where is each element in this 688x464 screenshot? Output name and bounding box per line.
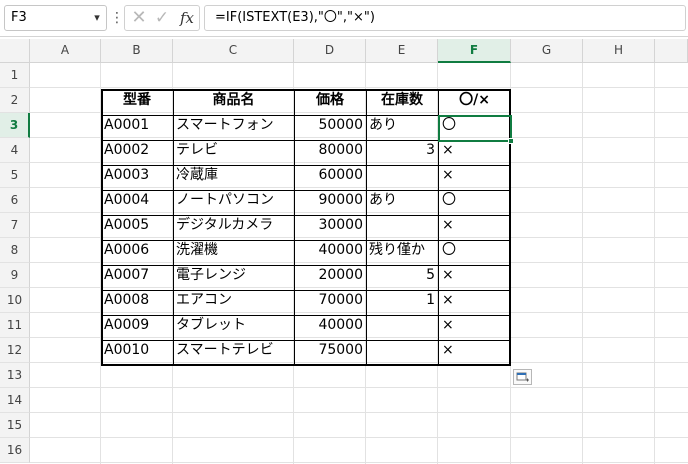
row-header-4[interactable]: 4 bbox=[0, 138, 30, 163]
table-border-horizontal bbox=[101, 340, 511, 341]
column-header-b[interactable]: B bbox=[101, 39, 173, 63]
column-header-a[interactable]: A bbox=[30, 39, 101, 63]
chevron-down-icon[interactable]: ▾ bbox=[88, 5, 106, 31]
row-header-11[interactable]: 11 bbox=[0, 313, 30, 338]
column-header-e[interactable]: E bbox=[366, 39, 438, 63]
gridline-vertical bbox=[654, 63, 655, 464]
row-header-6[interactable]: 6 bbox=[0, 188, 30, 213]
column-header-h[interactable]: H bbox=[583, 39, 655, 63]
column-header-g[interactable]: G bbox=[511, 39, 583, 63]
row-header-9[interactable]: 9 bbox=[0, 263, 30, 288]
row-header-5[interactable]: 5 bbox=[0, 163, 30, 188]
column-header-f[interactable]: F bbox=[438, 39, 511, 63]
table-border-horizontal bbox=[101, 265, 511, 266]
row-header-13[interactable]: 13 bbox=[0, 363, 30, 388]
table-border-vertical bbox=[366, 89, 367, 366]
active-cell-f3[interactable] bbox=[438, 115, 512, 142]
column-header-d[interactable]: D bbox=[294, 39, 366, 63]
row-header-2[interactable]: 2 bbox=[0, 88, 30, 113]
table-border-vertical bbox=[294, 89, 295, 366]
column-header-c[interactable]: C bbox=[173, 39, 294, 63]
row-header-14[interactable]: 14 bbox=[0, 388, 30, 413]
table-border-horizontal bbox=[101, 240, 511, 241]
row-header-10[interactable]: 10 bbox=[0, 288, 30, 313]
row-header-15[interactable]: 15 bbox=[0, 413, 30, 438]
table-border-horizontal bbox=[101, 290, 511, 291]
row-header-8[interactable]: 8 bbox=[0, 238, 30, 263]
gridline-horizontal bbox=[30, 387, 688, 388]
row-header-16[interactable]: 16 bbox=[0, 438, 30, 463]
table-border-horizontal bbox=[101, 165, 511, 166]
row-header-7[interactable]: 7 bbox=[0, 213, 30, 238]
formula-input[interactable]: =IF(ISTEXT(E3),"〇","×") bbox=[204, 5, 686, 31]
table-border-horizontal bbox=[101, 215, 511, 216]
column-header-filler bbox=[655, 39, 688, 63]
insert-function-icon[interactable]: fx bbox=[176, 6, 198, 30]
row-header-3[interactable]: 3 bbox=[0, 113, 30, 138]
paste-options-icon[interactable] bbox=[513, 369, 532, 385]
fill-handle[interactable] bbox=[508, 138, 514, 144]
select-all-corner[interactable] bbox=[0, 39, 30, 63]
gridline-horizontal bbox=[30, 462, 688, 463]
gridline-horizontal bbox=[30, 412, 688, 413]
table-border-horizontal bbox=[101, 315, 511, 316]
cancel-icon[interactable]: ✕ bbox=[129, 6, 149, 30]
table-border-vertical bbox=[173, 89, 174, 366]
row-header-1[interactable]: 1 bbox=[0, 63, 30, 88]
row-header-12[interactable]: 12 bbox=[0, 338, 30, 363]
gridline-vertical bbox=[582, 63, 583, 464]
table-border-horizontal bbox=[101, 190, 511, 191]
enter-icon[interactable]: ✓ bbox=[152, 6, 172, 30]
gridline-horizontal bbox=[30, 437, 688, 438]
more-vertical-icon[interactable]: ⋮ bbox=[110, 8, 124, 28]
